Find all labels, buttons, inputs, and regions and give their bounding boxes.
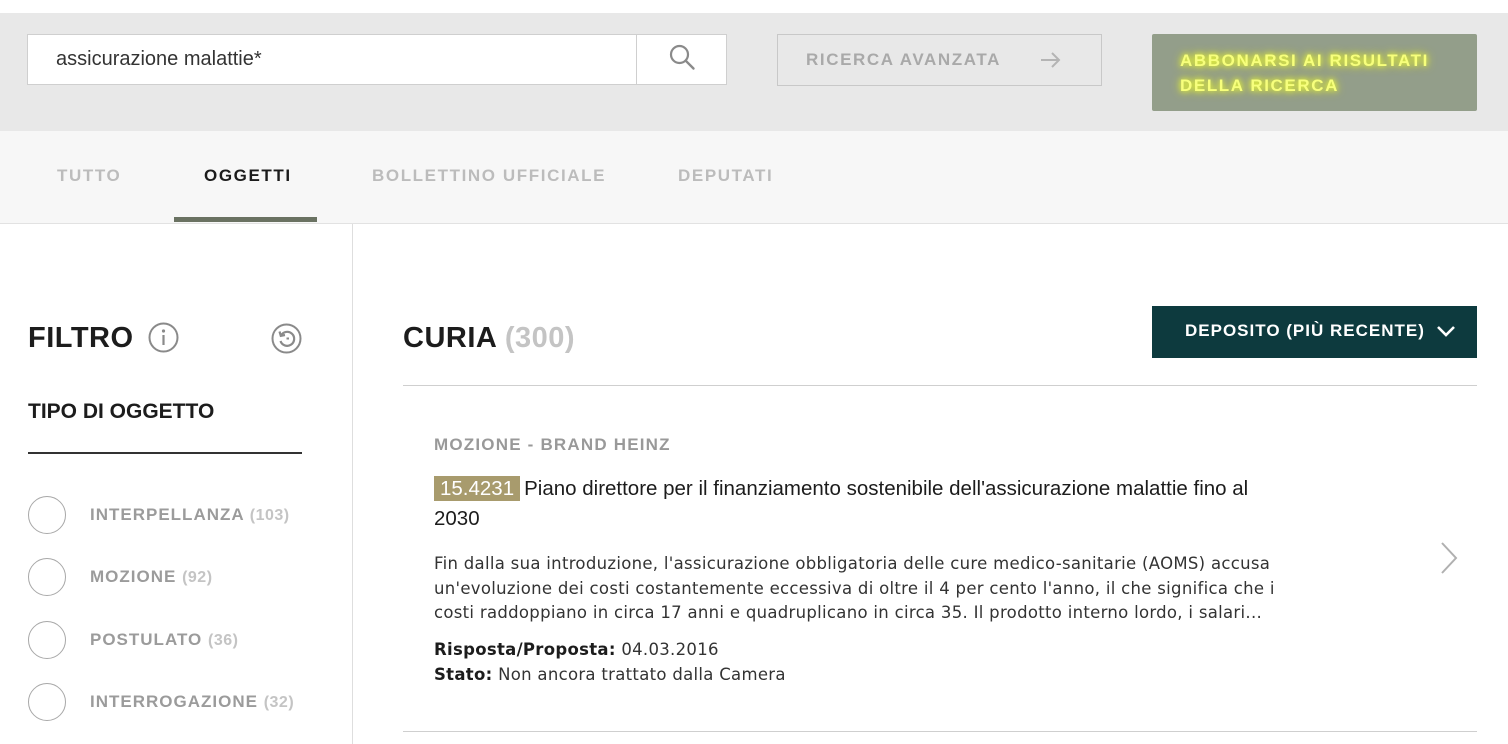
- tabs-bar: TUTTO OGGETTI BOLLETTINO UFFICIALE DEPUT…: [0, 131, 1508, 224]
- filter-item-count: (92): [182, 569, 213, 586]
- filter-item-label: MOZIONE (92): [90, 567, 213, 587]
- answer-value: 04.03.2016: [621, 640, 719, 659]
- radio-button[interactable]: [28, 621, 66, 659]
- result-title[interactable]: 15.4231 Piano direttore per il finanziame…: [434, 474, 1289, 534]
- filter-item-label: INTERPELLANZA (103): [90, 505, 290, 525]
- chevron-right-icon[interactable]: [1438, 541, 1460, 580]
- filter-item-name: MOZIONE: [90, 567, 177, 586]
- result-answer-line: Risposta/Proposta: 04.03.2016: [434, 640, 719, 659]
- subscribe-label-line2: DELLA RICERCA: [1180, 76, 1339, 95]
- filter-item-postulato[interactable]: POSTULATO (36): [28, 621, 328, 661]
- result-title-text: Piano direttore per il finanziamento sos…: [434, 477, 1249, 530]
- filter-item-label: POSTULATO (36): [90, 630, 238, 650]
- info-icon[interactable]: [148, 322, 179, 353]
- search-box: [27, 34, 727, 85]
- results-title: CURIA (300): [403, 322, 575, 355]
- sidebar-divider: [352, 224, 353, 744]
- tab-deputati[interactable]: DEPUTATI: [678, 166, 773, 186]
- sort-dropdown[interactable]: DEPOSITO (PIÙ RECENTE): [1152, 306, 1477, 358]
- chevron-down-icon: [1436, 323, 1456, 344]
- search-icon: [668, 43, 696, 76]
- filter-item-count: (36): [208, 632, 239, 649]
- tab-tutto[interactable]: TUTTO: [57, 166, 121, 186]
- result-status-line: Stato: Non ancora trattato dalla Camera: [434, 665, 786, 684]
- result-number-badge: 15.4231: [434, 476, 521, 501]
- sort-label: DEPOSITO (PIÙ RECENTE): [1185, 321, 1425, 340]
- search-input[interactable]: [28, 35, 636, 84]
- advanced-search-label: RICERCA AVANZATA: [806, 50, 1001, 69]
- top-strip: [0, 0, 1508, 13]
- filter-item-name: INTERROGAZIONE: [90, 692, 258, 711]
- advanced-search-button[interactable]: RICERCA AVANZATA: [777, 34, 1102, 86]
- filter-item-count: (103): [249, 507, 290, 524]
- active-tab-underline: [174, 217, 317, 222]
- results-divider-top: [403, 385, 1477, 386]
- results-divider-bottom: [403, 731, 1477, 732]
- status-value: Non ancora trattato dalla Camera: [498, 665, 786, 684]
- arrow-right-icon: [1040, 50, 1062, 75]
- filter-item-mozione[interactable]: MOZIONE (92): [28, 558, 328, 598]
- results-title-text: CURIA: [403, 322, 497, 354]
- filter-item-interrogazione[interactable]: INTERROGAZIONE (32): [28, 683, 328, 723]
- object-type-title: TIPO DI OGGETTO: [28, 400, 215, 423]
- reset-icon[interactable]: [271, 323, 302, 354]
- filter-item-label: INTERROGAZIONE (32): [90, 692, 294, 712]
- filter-item-name: INTERPELLANZA: [90, 505, 245, 524]
- filter-title: FILTRO: [28, 322, 134, 354]
- radio-button[interactable]: [28, 558, 66, 596]
- results-count: (300): [504, 322, 576, 354]
- object-type-divider: [28, 452, 302, 454]
- radio-button[interactable]: [28, 683, 66, 721]
- radio-button[interactable]: [28, 496, 66, 534]
- subscribe-results-button[interactable]: ABBONARSI AI RISULTATI DELLA RICERCA: [1152, 34, 1477, 111]
- answer-label: Risposta/Proposta:: [434, 640, 616, 659]
- search-button[interactable]: [636, 35, 726, 84]
- tab-oggetti[interactable]: OGGETTI: [204, 166, 292, 186]
- result-type-line: MOZIONE - BRAND HEINZ: [434, 435, 671, 454]
- filter-item-name: POSTULATO: [90, 630, 203, 649]
- status-label: Stato:: [434, 665, 493, 684]
- tab-bollettino-ufficiale[interactable]: BOLLETTINO UFFICIALE: [372, 166, 606, 186]
- result-abstract: Fin dalla sua introduzione, l'assicurazi…: [434, 554, 1275, 622]
- filter-item-count: (32): [263, 694, 295, 711]
- filter-item-interpellanza[interactable]: INTERPELLANZA (103): [28, 496, 328, 536]
- subscribe-label-line1: ABBONARSI AI RISULTATI: [1180, 51, 1429, 70]
